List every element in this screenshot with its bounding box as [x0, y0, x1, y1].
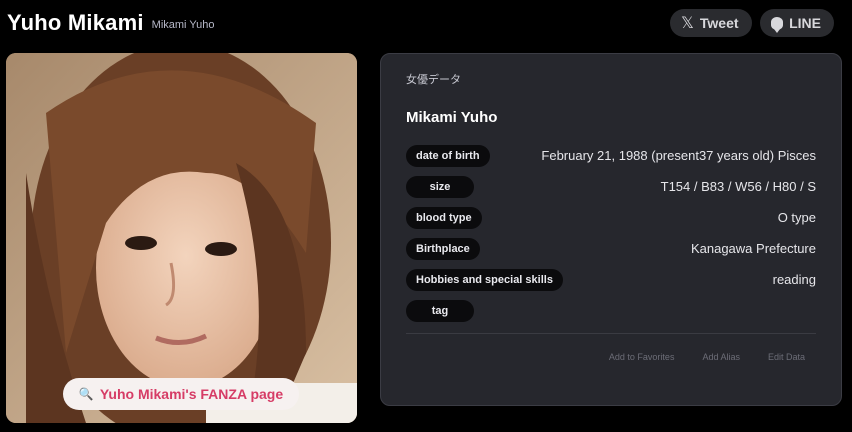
row-value: O type	[777, 210, 816, 225]
row-key-pill: date of birth	[406, 144, 490, 167]
card-actions: Add to Favorites Add Alias Edit Data	[609, 352, 805, 362]
add-alias-button[interactable]: Add Alias	[702, 352, 740, 362]
actress-name: Mikami Yuho	[406, 109, 498, 126]
tweet-label: Tweet	[699, 15, 739, 31]
profile-row: date of birth February 21, 1988 (present…	[406, 140, 816, 171]
share-buttons: 𝕏 Tweet LINE	[670, 9, 834, 37]
row-value: reading	[772, 272, 816, 287]
row-key-pill: Birthplace	[406, 237, 480, 260]
add-to-favorites-button[interactable]: Add to Favorites	[609, 352, 675, 362]
page-subtitle: Mikami Yuho	[151, 19, 215, 31]
profile-rows: date of birth February 21, 1988 (present…	[406, 140, 816, 326]
row-key-pill: size	[406, 175, 474, 198]
edit-data-button[interactable]: Edit Data	[768, 352, 805, 362]
profile-row: tag	[406, 295, 816, 326]
fanza-page-label: Yuho Mikami's FANZA page	[99, 386, 284, 402]
search-icon: 🔍	[78, 387, 94, 401]
row-value: Kanagawa Prefecture	[690, 241, 816, 256]
line-button[interactable]: LINE	[760, 9, 834, 37]
line-label: LINE	[789, 15, 821, 31]
portrait-image	[6, 53, 357, 423]
profile-row: Birthplace Kanagawa Prefecture	[406, 233, 816, 264]
fanza-page-button[interactable]: 🔍 Yuho Mikami's FANZA page	[63, 378, 299, 410]
row-key-pill: tag	[406, 299, 474, 322]
card-section-label: 女優データ	[406, 74, 461, 86]
x-logo-icon: 𝕏	[681, 15, 694, 32]
profile-row: size T154 / B83 / W56 / H80 / S	[406, 171, 816, 202]
row-value: T154 / B83 / W56 / H80 / S	[660, 179, 816, 194]
profile-row: Hobbies and special skills reading	[406, 264, 816, 295]
row-key-pill: Hobbies and special skills	[406, 268, 563, 291]
actress-data-card: 女優データ Mikami Yuho date of birth February…	[380, 53, 842, 406]
tweet-button[interactable]: 𝕏 Tweet	[670, 9, 752, 37]
page-title: Yuho Mikami	[7, 10, 144, 35]
profile-row: blood type O type	[406, 202, 816, 233]
line-logo-icon	[771, 16, 784, 33]
divider	[406, 333, 816, 334]
row-key-pill: blood type	[406, 206, 482, 229]
row-value: February 21, 1988 (present37 years old) …	[541, 148, 816, 163]
actress-photo: 🔍 Yuho Mikami's FANZA page	[6, 53, 357, 423]
